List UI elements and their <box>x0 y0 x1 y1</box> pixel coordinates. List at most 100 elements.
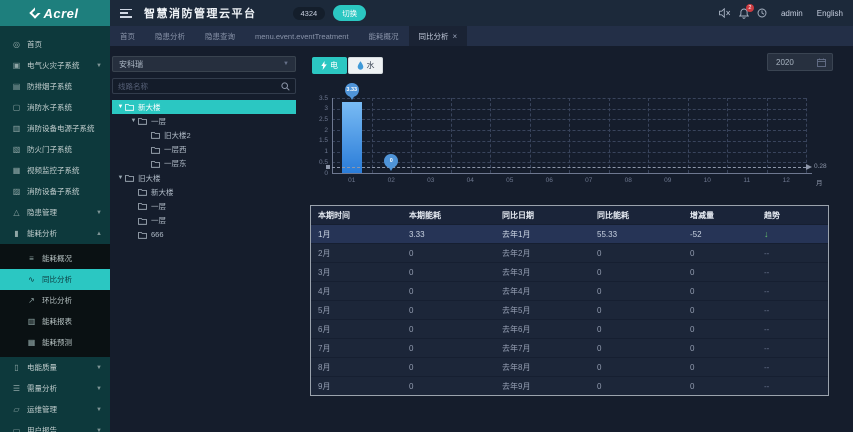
tab-close-icon[interactable]: × <box>453 32 458 41</box>
table-cell: 0 <box>597 248 602 258</box>
sidebar-item[interactable]: ▭ 用户报告 ▼ <box>0 420 110 432</box>
electric-button[interactable]: 电 <box>312 57 347 74</box>
table-cell: 0 <box>597 267 602 277</box>
x-axis-name: 月 <box>816 180 823 187</box>
tree-node-label: 一层 <box>151 201 166 211</box>
table-cell: 6月 <box>318 324 331 334</box>
x-axis-tick-label: 12 <box>782 177 790 184</box>
sidebar-item[interactable]: ☰ 需量分析 ▼ <box>0 378 110 399</box>
sidebar-item[interactable]: △ 隐患管理 ▼ <box>0 202 110 223</box>
sidebar-item[interactable]: ▥ 消防设备电源子系统 <box>0 118 110 139</box>
sidebar-subitem-label: 能耗概况 <box>42 254 72 263</box>
tree-node[interactable]: 一层东 <box>112 157 296 171</box>
tree-node[interactable]: 一层 <box>112 214 296 228</box>
sidebar-subitem[interactable]: ↗ 环比分析 <box>0 290 110 311</box>
tree-node-label: 旧大楼 <box>138 173 161 183</box>
sidebar-item[interactable]: ▧ 防火门子系统 <box>0 139 110 160</box>
menu-collapse-icon[interactable] <box>120 8 132 18</box>
station-select[interactable]: 安科瑞 ▼ <box>112 56 296 72</box>
chevron-down-icon: ▼ <box>96 385 102 392</box>
table-row: 4月 0 去年4月 0 0 -- <box>311 281 828 300</box>
caret-down-icon: ▼ <box>117 175 124 182</box>
tree-node[interactable]: 一层西 <box>112 143 296 157</box>
table-header-cell: 增减量 <box>690 210 714 220</box>
user-menu[interactable]: admin <box>781 9 803 18</box>
sidebar-item-label: 用户报告 <box>27 426 57 432</box>
tree-node[interactable]: ▼ 新大楼 <box>112 100 296 115</box>
tree-node[interactable]: ▼ 一层 <box>112 114 296 128</box>
tab-item[interactable]: 同比分析 × <box>408 26 468 46</box>
tree-node[interactable]: 666 <box>112 228 296 242</box>
tree-node[interactable]: 旧大楼2 <box>112 128 296 142</box>
sidebar-item-label: 消防水子系统 <box>27 103 72 112</box>
header: 智慧消防管理云平台 4324 切换 2 admin English <box>110 0 853 26</box>
gridline <box>450 98 452 173</box>
tree-node[interactable]: ▼ 旧大楼 <box>112 171 296 185</box>
sidebar-item[interactable]: ◎ 首页 <box>0 34 110 55</box>
sidebar-item[interactable]: ▨ 消防设备子系统 <box>0 181 110 202</box>
table-cell: 0 <box>409 324 414 334</box>
table-row: 5月 0 去年5月 0 0 -- <box>311 300 828 319</box>
sidebar: Acrel ◎ 首页 ▣ 电气火灾子系统 ▼ ▤ 防排烟子系统 ▢ 消防水子系统 ▥ 消防设备电源子… <box>0 0 110 432</box>
device-icon: ▨ <box>12 187 21 196</box>
table-row: 2月 0 去年2月 0 0 -- <box>311 243 828 262</box>
table-row: 7月 0 去年7月 0 0 -- <box>311 338 828 357</box>
tree-node-label: 一层西 <box>164 145 187 155</box>
table-cell: 去年1月 <box>502 229 531 239</box>
sidebar-item[interactable]: ▦ 视频监控子系统 <box>0 160 110 181</box>
table-cell: 去年9月 <box>502 381 531 391</box>
tab-item[interactable]: 隐患分析 <box>145 26 195 46</box>
switch-button[interactable]: 切换 <box>333 5 367 21</box>
sidebar-item[interactable]: ▤ 防排烟子系统 <box>0 76 110 97</box>
folder-icon <box>151 146 160 154</box>
sidebar-subitem[interactable]: ∿ 同比分析 <box>0 269 110 290</box>
table-header-cell: 趋势 <box>764 210 780 220</box>
sidebar-item[interactable]: ▱ 运维管理 ▼ <box>0 399 110 420</box>
sidebar-item[interactable]: ▮ 能耗分析 ▲ <box>0 223 110 244</box>
sidebar-item-label: 防火门子系统 <box>27 145 72 154</box>
year-select[interactable]: 2020 <box>767 53 833 71</box>
gridline <box>648 98 649 173</box>
table-row: 1月 3.33 去年1月 55.33 -52 ↓ <box>311 224 828 243</box>
folder-icon <box>151 160 160 168</box>
power-supply-icon: ▥ <box>12 124 21 133</box>
bell-icon[interactable]: 2 <box>738 3 754 19</box>
table-cell: 7月 <box>318 343 331 353</box>
sidebar-subitem[interactable]: ≡ 能耗概况 <box>0 248 110 269</box>
tab-item[interactable]: 首页 <box>110 26 145 46</box>
tab-bar: 首页 隐患分析 隐患查询 menu.event.eventTreatment 能耗概况同… <box>110 26 853 46</box>
table-cell: 0 <box>690 248 695 258</box>
x-axis-tick-label: 02 <box>387 177 395 184</box>
tab-item[interactable]: 能耗概况 <box>359 26 409 46</box>
tab-item[interactable]: menu.event.eventTreatment <box>245 26 359 46</box>
sidebar-subitem[interactable]: ▥ 能耗报表 <box>0 311 110 332</box>
acrel-logo-icon <box>29 7 42 19</box>
mute-icon[interactable] <box>719 8 731 18</box>
language-switch[interactable]: English <box>817 9 843 18</box>
water-button[interactable]: 水 <box>348 57 383 74</box>
clock-icon[interactable] <box>757 8 767 18</box>
electric-fire-icon: ▣ <box>12 61 21 70</box>
tab-item[interactable]: 隐患查询 <box>195 26 245 46</box>
bolt-icon <box>321 61 327 70</box>
mom-icon: ↗ <box>28 296 35 305</box>
trend-cell: -- <box>764 248 770 258</box>
sidebar-item[interactable]: ▢ 消防水子系统 <box>0 97 110 118</box>
sidebar-subitem[interactable]: ▦ 能耗预测 <box>0 332 110 353</box>
tree-node[interactable]: 一层 <box>112 199 296 213</box>
sidebar-subitem-label: 同比分析 <box>42 275 72 284</box>
tab-label: 同比分析 <box>418 31 449 41</box>
table-header-row: 本期时间 本期能耗 同比日期 同比能耗 增减量 趋势 <box>311 206 828 224</box>
table-cell: 0 <box>690 267 695 277</box>
folder-icon <box>138 189 147 196</box>
tree-node[interactable]: 新大楼 <box>112 185 296 199</box>
notification-count-badge: 2 <box>745 3 754 12</box>
sidebar-item[interactable]: ▯ 电能质量 ▼ <box>0 357 110 378</box>
table-cell: 去年4月 <box>502 286 531 296</box>
x-axis-tick-label: 07 <box>585 177 593 184</box>
table-cell: 4月 <box>318 286 331 296</box>
search-input[interactable] <box>118 81 281 91</box>
sidebar-item[interactable]: ▣ 电气火灾子系统 ▼ <box>0 55 110 76</box>
folder-icon <box>138 203 147 211</box>
table-cell: 0 <box>409 305 414 315</box>
